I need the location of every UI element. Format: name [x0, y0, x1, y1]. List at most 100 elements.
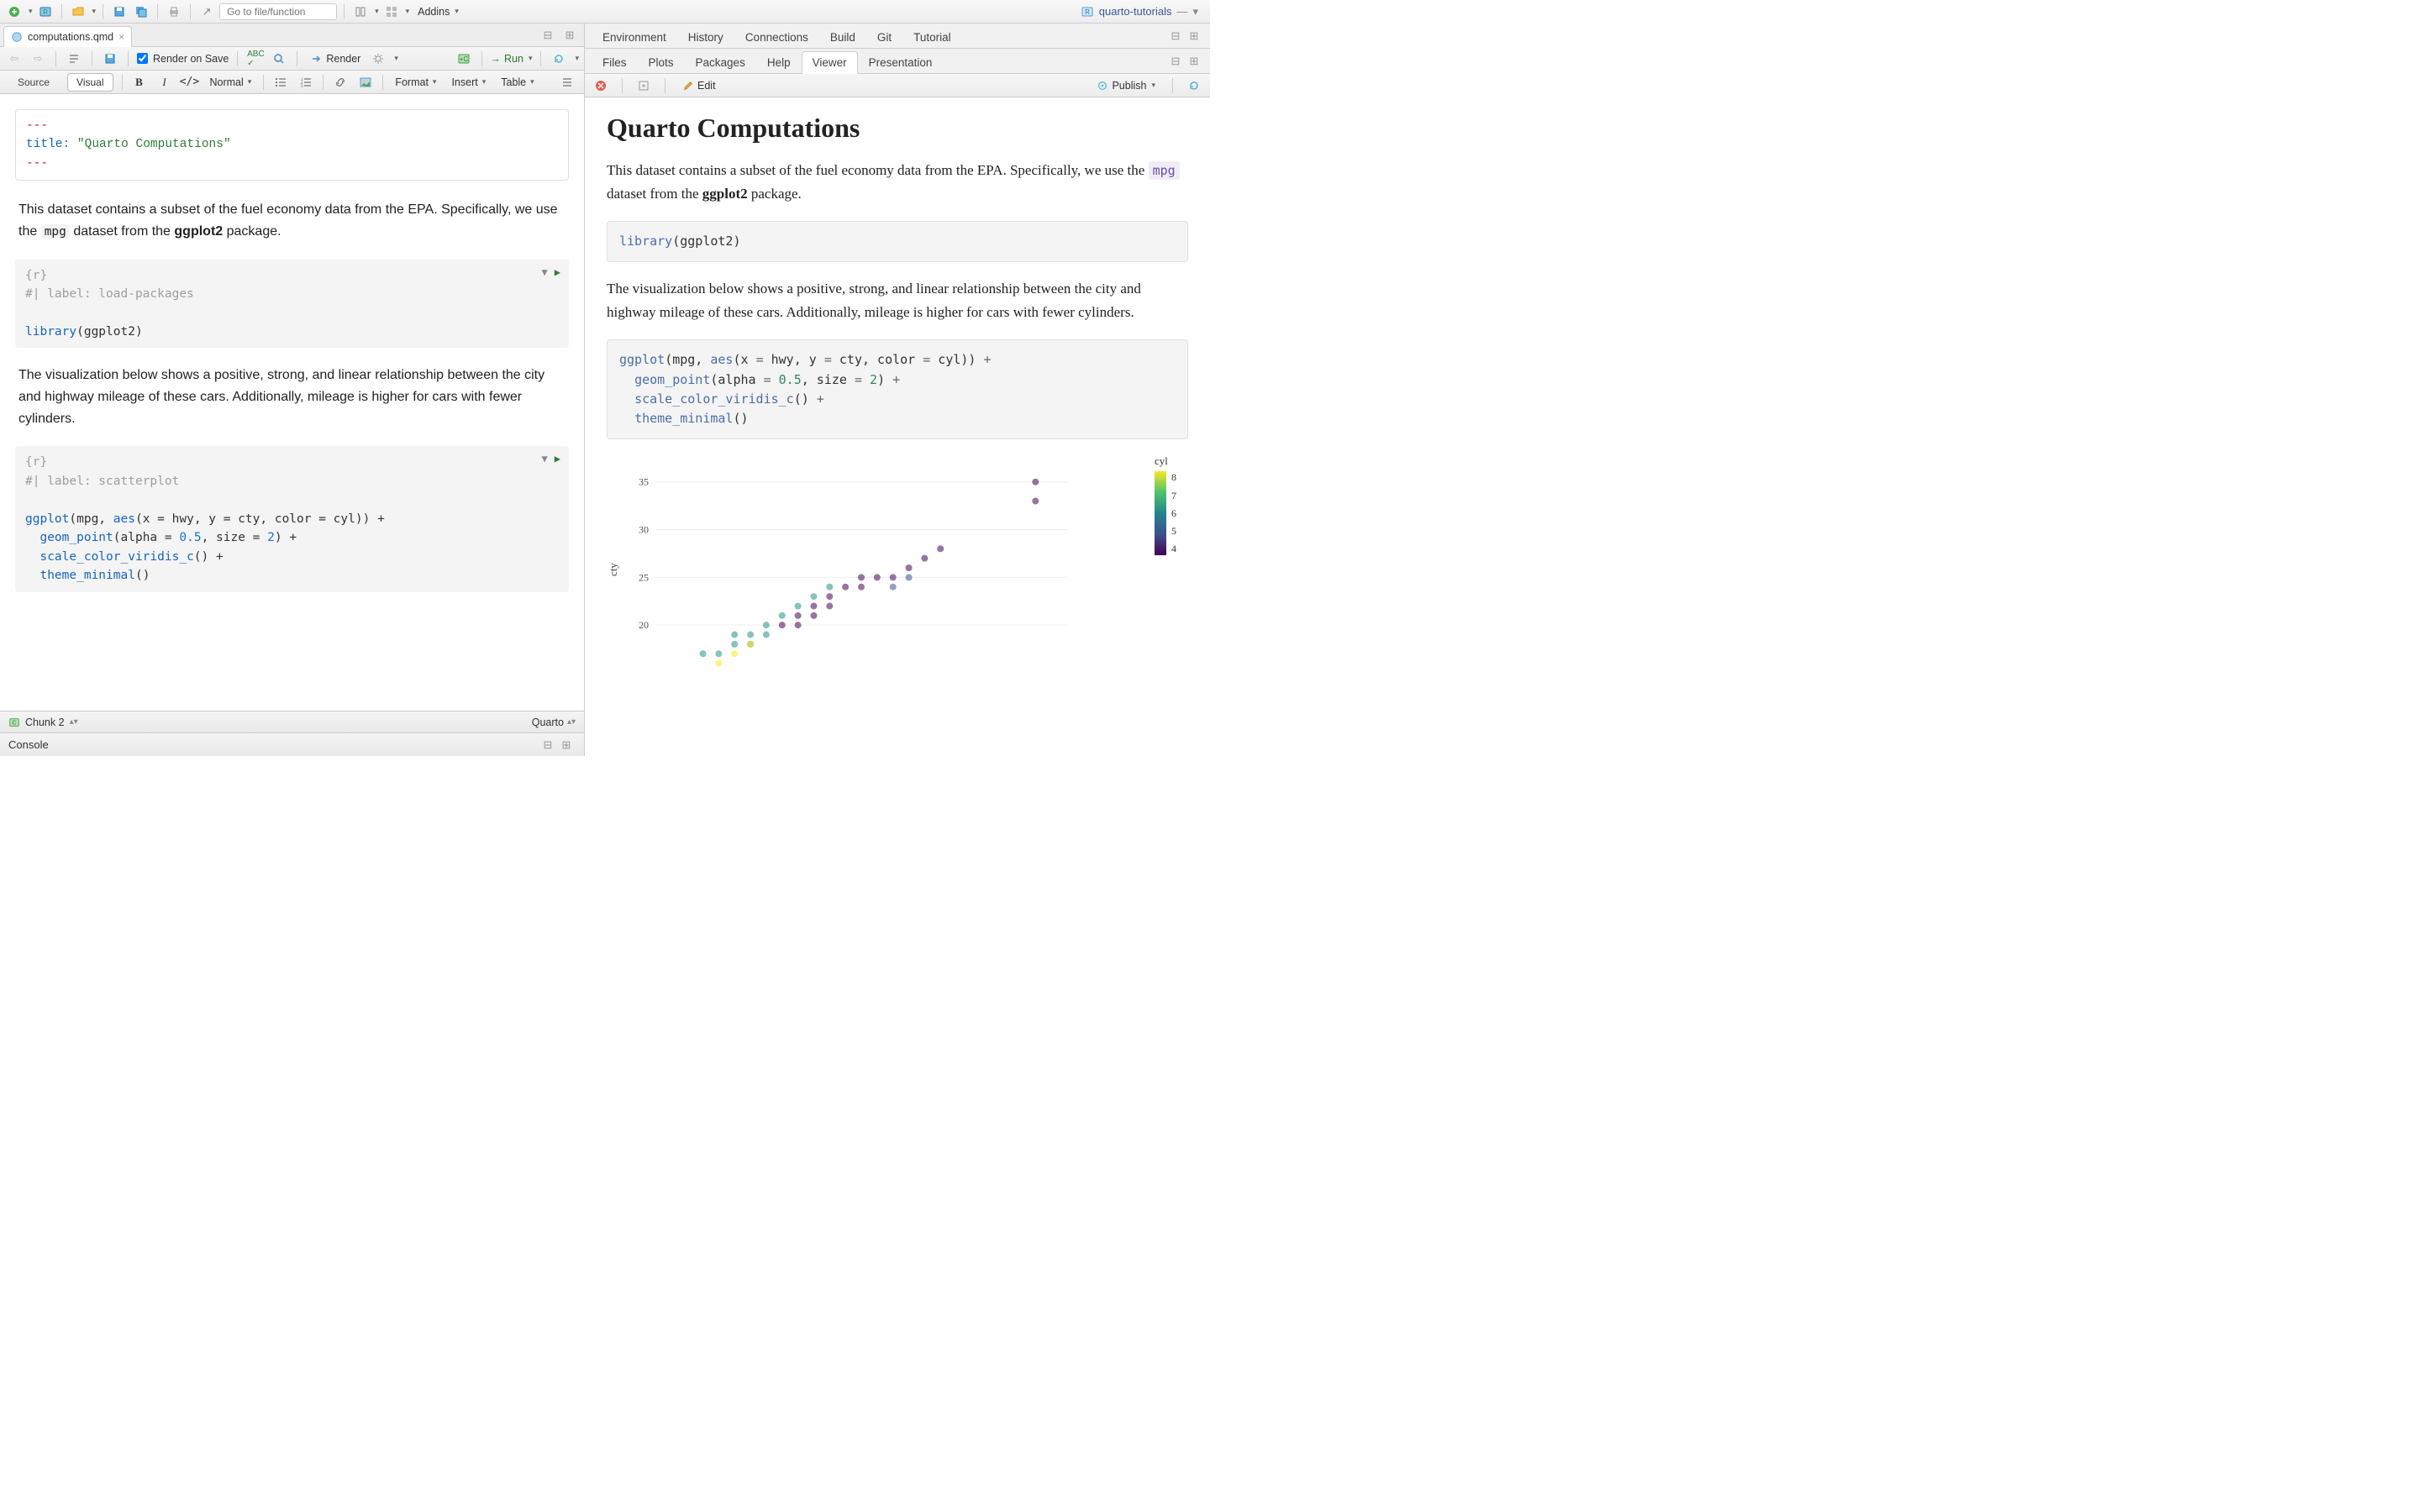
caret-down-icon[interactable]: ▾ [375, 7, 379, 16]
caret-down-icon[interactable]: ▾ [394, 54, 398, 63]
editor-body[interactable]: --- title: "Quarto Computations" --- Thi… [0, 94, 584, 711]
outline-icon[interactable] [559, 74, 576, 91]
refresh-preview-icon[interactable] [550, 50, 568, 67]
run-button[interactable]: → Run ▾ [491, 53, 533, 65]
maximize-icon[interactable]: ⊞ [1185, 28, 1203, 45]
tab-plots[interactable]: Plots [638, 51, 685, 74]
caret-down-icon[interactable]: ▾ [575, 54, 579, 63]
numbered-list-icon[interactable]: 123 [297, 74, 314, 91]
save-icon[interactable] [110, 3, 129, 20]
show-outline-icon[interactable] [65, 50, 83, 67]
tab-presentation[interactable]: Presentation [858, 51, 944, 74]
tab-connections[interactable]: Connections [734, 26, 819, 49]
bottom-right-tabs: Files Plots Packages Help Viewer Present… [585, 49, 1210, 74]
tab-git[interactable]: Git [866, 26, 902, 49]
grid-icon[interactable] [351, 3, 370, 20]
maximize-icon[interactable]: ⊞ [560, 27, 579, 44]
tab-viewer[interactable]: Viewer [802, 51, 858, 74]
caret-down-icon[interactable]: ▾ [92, 7, 97, 16]
maximize-icon[interactable]: ⊞ [1185, 53, 1203, 70]
svg-text:35: 35 [639, 476, 649, 488]
tab-help[interactable]: Help [756, 51, 802, 74]
run-above-icon[interactable]: ▼ [542, 265, 548, 281]
gear-icon[interactable] [369, 50, 387, 67]
zoom-icon[interactable] [634, 77, 653, 94]
link-icon[interactable] [332, 74, 349, 91]
legend-tick: 7 [1171, 490, 1176, 502]
minimize-icon[interactable]: ⊟ [1166, 53, 1185, 70]
italic-icon[interactable]: I [156, 74, 173, 91]
tab-packages[interactable]: Packages [685, 51, 756, 74]
prose-paragraph-1[interactable]: This dataset contains a subset of the fu… [18, 199, 566, 242]
find-icon[interactable] [270, 50, 288, 67]
tab-tutorial[interactable]: Tutorial [902, 26, 962, 49]
publish-button[interactable]: Publish ▾ [1092, 77, 1160, 94]
code-icon[interactable]: </> [182, 74, 198, 91]
image-icon[interactable] [357, 74, 374, 91]
bullet-list-icon[interactable] [272, 74, 289, 91]
tab-files[interactable]: Files [592, 51, 638, 74]
caret-down-icon[interactable]: ▾ [29, 7, 33, 16]
frontmatter-block[interactable]: --- title: "Quarto Computations" --- [15, 109, 569, 181]
close-icon[interactable]: × [118, 31, 124, 43]
panes-icon[interactable] [382, 3, 401, 20]
file-tab-computations[interactable]: computations.qmd × [3, 26, 132, 47]
format-indicator[interactable]: Quarto [532, 717, 564, 728]
chunk-indicator[interactable]: Chunk 2 [25, 717, 65, 728]
goto-icon[interactable]: ↗ [197, 3, 216, 20]
run-above-icon[interactable]: ▼ [542, 451, 548, 467]
format-menu[interactable]: Format▾ [392, 76, 439, 88]
code-chunk-load-packages[interactable]: ▼ ▶ {r} #| label: load-packages library(… [15, 260, 569, 349]
top-right-tabs: Environment History Connections Build Gi… [585, 24, 1210, 49]
insert-chunk-icon[interactable]: +C [455, 50, 473, 67]
goto-input[interactable] [219, 3, 337, 20]
console-label: Console [8, 738, 49, 751]
save-all-icon[interactable] [132, 3, 150, 20]
minimize-icon[interactable]: ⊟ [1166, 28, 1185, 45]
prose-paragraph-2[interactable]: The visualization below shows a positive… [18, 365, 566, 429]
caret-down-icon[interactable]: ▾ [406, 7, 410, 16]
run-chunk-icon[interactable]: ▶ [555, 265, 560, 281]
table-menu[interactable]: Table▾ [497, 76, 537, 88]
insert-menu[interactable]: Insert▾ [448, 76, 489, 88]
file-tab-label: computations.qmd [28, 31, 113, 43]
run-chunk-icon[interactable]: ▶ [555, 451, 560, 467]
print-icon[interactable] [165, 3, 183, 20]
remove-viewer-icon[interactable] [592, 77, 610, 94]
viewer-toolbar: Edit Publish ▾ [585, 74, 1210, 97]
source-mode-button[interactable]: Source [8, 73, 59, 92]
edit-button[interactable]: Edit [677, 77, 721, 94]
addins-menu[interactable]: Addins ▾ [413, 3, 464, 20]
format-toolbar: Source Visual B I </> Normal ▾ 123 [0, 71, 584, 94]
refresh-icon[interactable] [1185, 77, 1203, 94]
minimize-icon[interactable]: ⊟ [539, 27, 557, 44]
code-line: scale_color_viridis_c() + [25, 548, 559, 566]
spellcheck-icon[interactable]: ABC✓ [246, 50, 265, 67]
maximize-icon[interactable]: ⊞ [557, 737, 576, 753]
project-selector[interactable]: R quarto-tutorials —▾ [1081, 5, 1205, 18]
back-icon[interactable]: ⇦ [5, 50, 24, 67]
render-button[interactable]: Render [306, 52, 364, 66]
open-file-icon[interactable] [69, 3, 87, 20]
save-icon[interactable] [101, 50, 119, 67]
main-toolbar: ▾ R ▾ ↗ ▾ ▾ Addins ▾ R quarto-tutorials … [0, 0, 1210, 24]
forward-icon[interactable]: ⇨ [29, 50, 47, 67]
console-tab[interactable]: Console ⊟ ⊞ [0, 732, 584, 756]
new-project-icon[interactable]: R [36, 3, 55, 20]
paragraph-style-dropdown[interactable]: Normal ▾ [207, 76, 255, 88]
render-on-save-checkbox[interactable]: Render on Save [137, 53, 229, 65]
tab-history[interactable]: History [677, 26, 734, 49]
right-panel: Environment History Connections Build Gi… [585, 24, 1210, 756]
bold-ggplot2: ggplot2 [702, 186, 748, 202]
tab-build[interactable]: Build [819, 26, 866, 49]
minimize-icon[interactable]: ⊟ [539, 737, 557, 753]
new-file-icon[interactable] [5, 3, 24, 20]
rendered-paragraph-1: This dataset contains a subset of the fu… [607, 159, 1188, 206]
tab-environment[interactable]: Environment [592, 26, 677, 49]
viewer-body[interactable]: Quarto Computations This dataset contain… [585, 97, 1210, 756]
code-chunk-scatterplot[interactable]: ▼ ▶ {r} #| label: scatterplot ggplot(mpg… [15, 446, 569, 591]
bold-ggplot2: ggplot2 [174, 224, 223, 239]
visual-mode-button[interactable]: Visual [67, 73, 113, 92]
bold-icon[interactable]: B [131, 74, 148, 91]
legend-colorbar [1155, 471, 1166, 555]
